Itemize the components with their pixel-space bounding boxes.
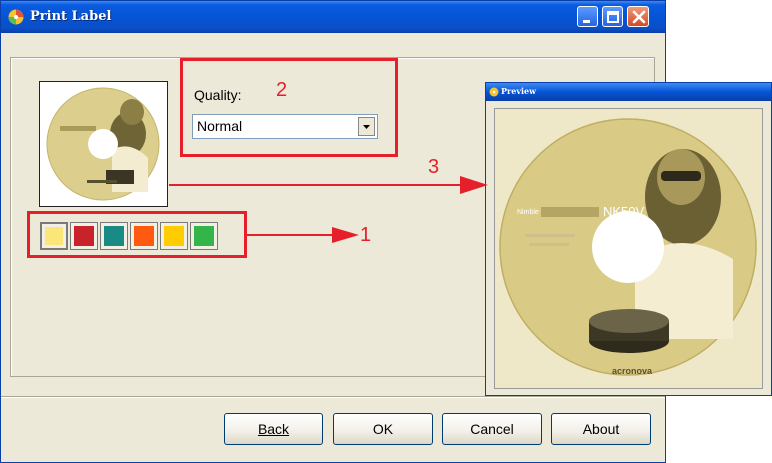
preview-app-icon — [489, 87, 499, 97]
close-button[interactable] — [627, 6, 649, 27]
cancel-button-label: Cancel — [470, 421, 514, 437]
disc-brand-text: Nimble — [517, 209, 539, 216]
label-thumbnail[interactable] — [39, 81, 168, 207]
annotation-number-2: 2 — [276, 79, 288, 101]
close-icon — [632, 10, 646, 24]
annotation-box-swatches — [27, 211, 247, 258]
window-title: Print Label — [30, 9, 112, 24]
disc-logo-text: acronova — [612, 366, 653, 376]
cancel-button[interactable]: Cancel — [442, 413, 542, 445]
maximize-icon — [607, 11, 619, 23]
disc-thumbnail-image — [46, 87, 160, 201]
app-disc-icon — [8, 9, 24, 25]
maximize-button[interactable] — [602, 6, 623, 27]
about-button[interactable]: About — [551, 413, 651, 445]
ok-button-label: OK — [372, 421, 394, 437]
preview-canvas: Nimble NK50V acronova — [494, 108, 763, 389]
preview-title: Preview — [501, 86, 536, 96]
button-separator — [1, 396, 665, 398]
minimize-button[interactable] — [577, 6, 598, 27]
disc-preview-image: Nimble NK50V acronova — [495, 109, 762, 388]
back-button-label: Back — [257, 421, 290, 437]
preview-title-bar[interactable]: Preview — [486, 83, 771, 101]
annotation-number-1: 1 — [360, 224, 372, 246]
ok-button[interactable]: OK — [333, 413, 433, 445]
title-bar[interactable]: Print Label — [1, 1, 665, 33]
minimize-icon — [583, 20, 590, 23]
back-button[interactable]: Back — [224, 413, 323, 445]
about-button-label: About — [582, 421, 620, 437]
preview-window: Preview Nimble NK50V acronova — [485, 82, 772, 396]
annotation-box-quality — [180, 58, 398, 157]
annotation-number-3: 3 — [428, 156, 440, 178]
disc-model-text: NK50V — [603, 204, 645, 219]
